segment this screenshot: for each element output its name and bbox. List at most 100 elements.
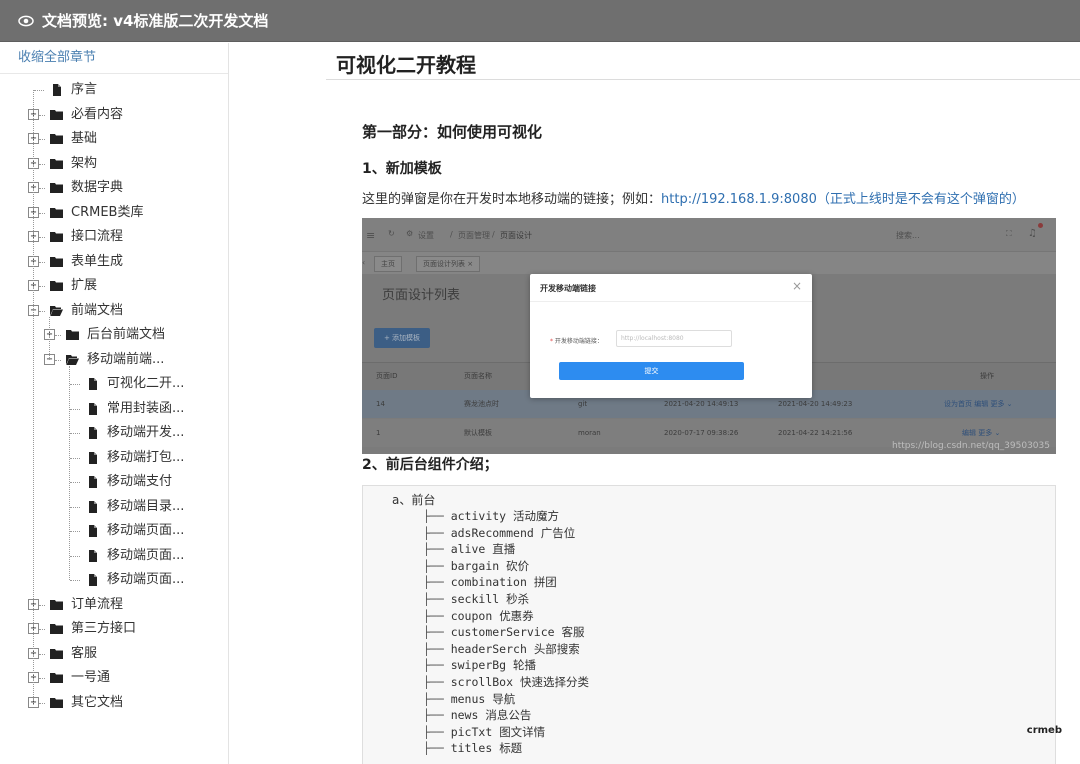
col-actions: 操作 — [980, 372, 994, 380]
tree-node[interactable]: + 必看内容 — [0, 103, 228, 128]
tree-node-label: 接口流程 — [71, 229, 124, 244]
tree-node[interactable]: + 订单流程 — [0, 593, 228, 618]
tree-node-label: 扩展 — [71, 278, 98, 293]
breadcrumb-2: 页面管理 — [458, 231, 490, 240]
folder-open-icon — [50, 305, 63, 316]
tree-connector — [70, 408, 80, 410]
tree-node[interactable]: 移动端打包... — [0, 446, 228, 471]
tree-node[interactable]: 移动端页面... — [0, 519, 228, 544]
tree-node[interactable]: 常用封装函... — [0, 397, 228, 422]
tree-node-label: 移动端前端... — [87, 351, 165, 367]
tab-label: 主页 — [381, 260, 395, 268]
tree-node[interactable]: 移动端支付 — [0, 470, 228, 495]
tree-node[interactable]: 可视化二开... — [0, 372, 228, 397]
tree-node[interactable]: + 架构 — [0, 152, 228, 177]
tree-branch: ├── — [423, 691, 451, 706]
folder-icon — [50, 109, 63, 120]
component-name: swiperBg — [450, 658, 507, 673]
tree-node[interactable]: − 移动端前端... — [0, 348, 228, 373]
tree-node[interactable]: + 扩展 — [0, 274, 228, 299]
tree-node[interactable]: + 表单生成 — [0, 250, 228, 275]
tree-node-label: 移动端目录... — [107, 498, 185, 514]
tree-node[interactable]: 移动端目录... — [0, 495, 228, 520]
code-line: ├── coupon 优惠券 — [423, 608, 534, 625]
tree-connector — [70, 384, 80, 385]
tree-node[interactable]: + 后台前端文档 — [0, 323, 228, 348]
tree-node[interactable]: + 其它文档 — [0, 691, 228, 716]
tree-branch: ├── — [423, 658, 451, 673]
tree-node[interactable]: + 接口流程 — [0, 225, 228, 250]
tree-branch: ├── — [423, 525, 451, 540]
component-name: combination — [450, 575, 527, 590]
tree-connector — [39, 212, 45, 214]
tree-node[interactable]: + 一号通 — [0, 666, 228, 691]
collapse-all-link[interactable]: 收缩全部章节 — [0, 43, 228, 74]
dialog-field-label: * 开发移动端链接： — [550, 336, 603, 345]
component-desc: 拼团 — [533, 575, 557, 590]
folder-icon — [50, 158, 63, 169]
component-desc: 导航 — [492, 691, 516, 706]
tree-branch: ├── — [423, 708, 451, 723]
code-line: ├── titles 标题 — [423, 740, 522, 757]
tree-node-label: 序言 — [71, 82, 98, 97]
tree-node[interactable]: + 数据字典 — [0, 176, 228, 201]
tab-label: 页面设计列表 — [423, 260, 465, 268]
tree-connector — [39, 678, 45, 679]
embedded-list-title: 页面设计列表 — [382, 288, 461, 303]
tree-node-label: 架构 — [71, 155, 98, 171]
tree-node[interactable]: 移动端页面... — [0, 568, 228, 593]
tree-branch: ├── — [423, 724, 451, 739]
chapter-tree: 序言 + 必看内容 + 基础 + 架构 + 数据字典 + CRMEB类库 + 接口流程 + 表单生成 + 扩展 −… — [0, 74, 228, 715]
example-link[interactable]: http://192.168.1.9:8080（正式上线时是不会有这个弹窗的） — [661, 192, 1025, 207]
tree-branch: ├── — [423, 675, 451, 689]
gear-icon: ⚙ — [406, 229, 414, 238]
tree-node[interactable]: + 第三方接口 — [0, 617, 228, 642]
breadcrumb-1: 设置 — [418, 231, 434, 240]
component-desc: 快速选择分类 — [519, 675, 589, 689]
tree-node[interactable]: 移动端开发... — [0, 421, 228, 446]
component-name: picTxt — [450, 724, 493, 739]
tree-branch: ├── — [423, 625, 451, 640]
tree-node-label: 必看内容 — [71, 106, 124, 122]
code-line: ├── bargain 砍价 — [423, 558, 529, 575]
tree-node-label: 其它文档 — [71, 694, 124, 710]
component-name: activity — [450, 509, 507, 523]
paragraph: 这里的弹窗是你在开发时本地移动端的链接；例如：http://192.168.1.… — [362, 188, 1025, 207]
tree-node-label: 第三方接口 — [71, 621, 137, 636]
tree-branch: ├── — [423, 641, 451, 656]
tree-node[interactable]: + CRMEB类库 — [0, 201, 228, 226]
component-name: customerService — [450, 625, 555, 640]
tree-node[interactable]: 移动端页面... — [0, 544, 228, 569]
component-name: bargain — [450, 558, 500, 573]
embedded-tab-home: 主页 — [374, 256, 402, 272]
tree-node-label: 数据字典 — [71, 180, 124, 195]
tree-node-label: 移动端支付 — [107, 474, 173, 489]
folder-icon — [50, 256, 63, 267]
component-desc: 图文详情 — [499, 724, 546, 739]
component-name: adsRecommend — [450, 525, 534, 540]
tree-node-label: 移动端页面... — [107, 523, 185, 538]
tree-node[interactable]: + 基础 — [0, 127, 228, 152]
component-desc: 客服 — [561, 625, 585, 640]
tree-node[interactable]: − 前端文档 — [0, 299, 228, 324]
watermark: https://blog.csdn.net/qq_39503035 — [891, 441, 1050, 451]
tree-node-label: 客服 — [71, 645, 98, 661]
component-name: alive — [450, 542, 486, 557]
tree-branch: ├── — [423, 575, 451, 590]
folder-icon — [66, 330, 79, 340]
tree-node[interactable]: 序言 — [0, 78, 228, 103]
tree-branch: ├── — [423, 608, 451, 623]
component-desc: 直播 — [492, 542, 516, 557]
tree-connector — [70, 580, 80, 581]
folder-icon — [50, 599, 63, 610]
tree-connector — [69, 365, 70, 580]
cell-name: 默认模板 — [464, 429, 492, 437]
page-title: 可视化二开教程 — [336, 53, 476, 77]
code-line: ├── picTxt 图文详情 — [423, 724, 545, 741]
tree-node[interactable]: + 客服 — [0, 642, 228, 667]
component-name: scrollBox — [450, 675, 514, 689]
component-desc: 优惠券 — [499, 608, 534, 623]
section-heading: 第一部分：如何使用可视化 — [362, 123, 543, 141]
tree-node-label: 基础 — [71, 131, 98, 146]
folder-icon — [50, 232, 63, 242]
